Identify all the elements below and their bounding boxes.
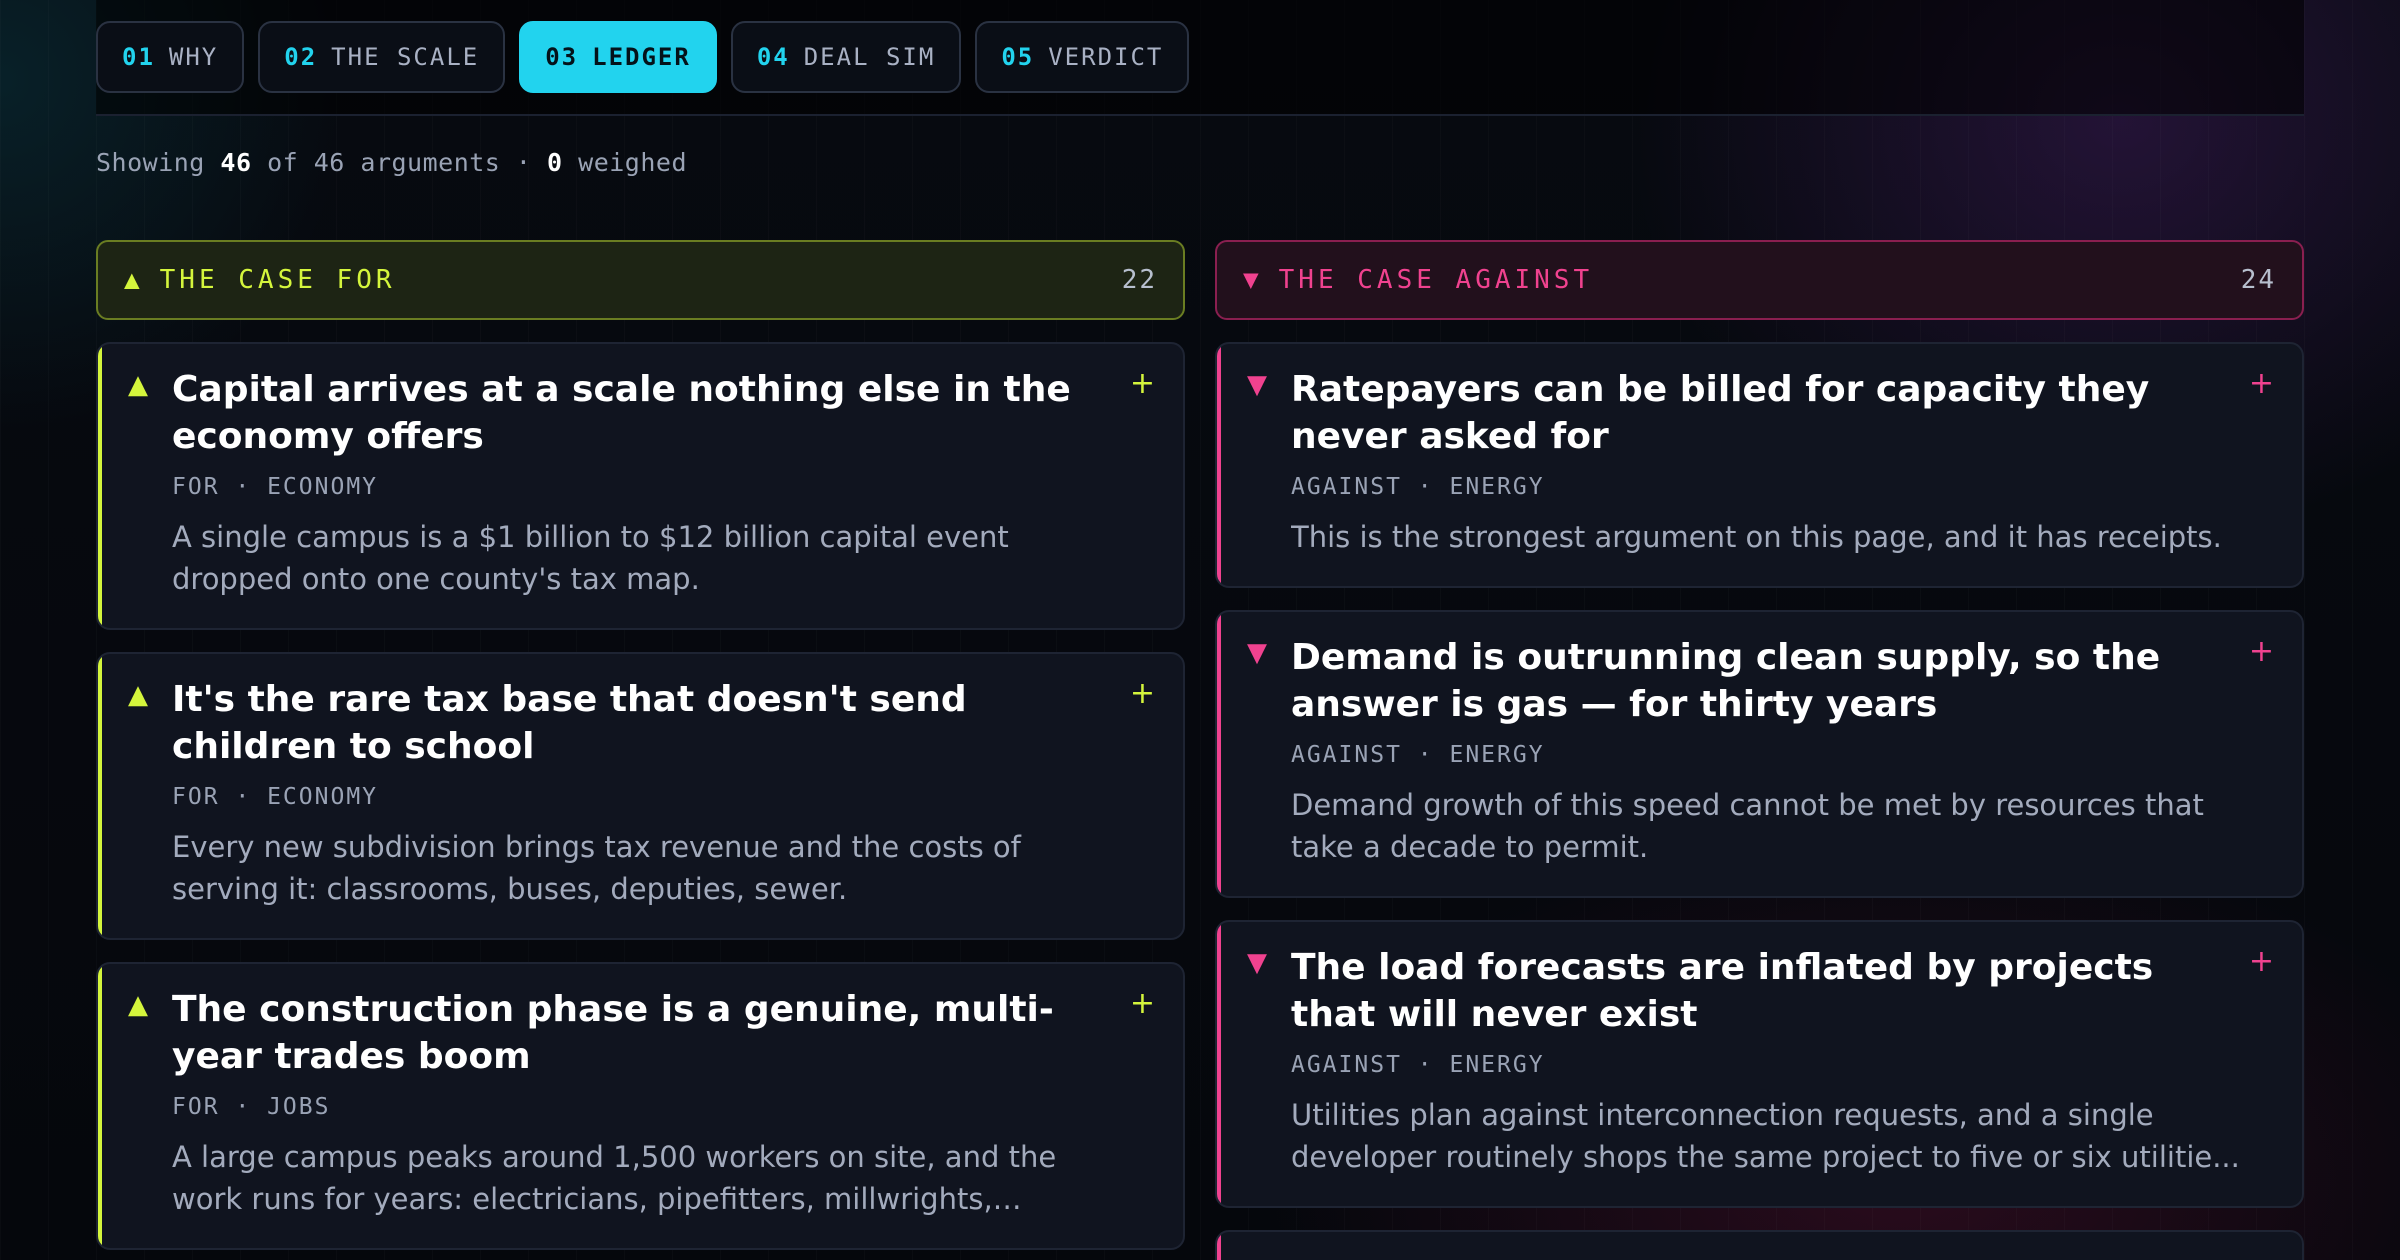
argument-card[interactable] — [1215, 1230, 2304, 1260]
add-weight-button[interactable]: + — [1130, 366, 1155, 401]
argument-card[interactable]: ▲ + The construction phase is a genuine,… — [96, 962, 1185, 1250]
tab-the-scale[interactable]: 02 THE SCALE — [258, 21, 506, 93]
up-triangle-icon: ▲ — [128, 370, 148, 400]
app-shell: 01 WHY 02 THE SCALE 03 LEDGER 04 DEAL SI… — [96, 0, 2304, 1260]
argument-count: 24 — [2240, 265, 2276, 295]
tab-ledger[interactable]: 03 LEDGER — [519, 21, 717, 93]
argument-description: A large campus peaks around 1,500 worker… — [172, 1140, 1057, 1216]
argument-title: Ratepayers can be billed for capacity th… — [1291, 369, 2150, 457]
argument-description: A single campus is a $1 billion to $12 b… — [172, 520, 1009, 596]
tab-number: 05 — [1001, 43, 1035, 71]
argument-count: 22 — [1121, 265, 1157, 295]
argument-tag: AGAINST · ENERGY — [1291, 1052, 1545, 1078]
tab-label: DEAL SIM — [803, 43, 936, 71]
argument-description: Demand growth of this speed cannot be me… — [1291, 788, 2204, 864]
column-title: THE CASE AGAINST — [1278, 265, 1594, 295]
tab-label: WHY — [168, 43, 219, 71]
summary-suffix: weighed — [578, 148, 688, 177]
ledger-columns: ▲ THE CASE FOR 22 ▲ + Capital arrives at… — [96, 240, 2304, 1260]
tab-deal-sim[interactable]: 04 DEAL SIM — [730, 21, 962, 93]
argument-title: The load forecasts are inflated by proje… — [1291, 947, 2154, 1035]
argument-tag: FOR · JOBS — [172, 1094, 331, 1120]
add-weight-button[interactable]: + — [2249, 366, 2274, 401]
up-triangle-icon: ▲ — [124, 265, 144, 295]
argument-title: It's the rare tax base that doesn't send… — [172, 679, 967, 767]
tab-number: 02 — [284, 43, 318, 71]
argument-title: Demand is outrunning clean supply, so th… — [1291, 637, 2161, 725]
summary-middle: of 46 arguments · — [267, 148, 532, 177]
tab-verdict[interactable]: 05 VERDICT — [975, 21, 1190, 93]
tab-why[interactable]: 01 WHY — [96, 21, 245, 93]
down-triangle-icon: ▼ — [1247, 638, 1267, 668]
results-summary: Showing 46 of 46 arguments · 0 weighed — [96, 148, 2304, 177]
column-title: THE CASE FOR — [159, 265, 396, 295]
argument-tag: FOR · ECONOMY — [172, 784, 379, 810]
tab-label: THE SCALE — [331, 43, 480, 71]
tab-number: 03 — [545, 43, 579, 71]
up-triangle-icon: ▲ — [128, 990, 148, 1020]
argument-title: The construction phase is a genuine, mul… — [172, 989, 1054, 1077]
argument-title: Capital arrives at a scale nothing else … — [172, 369, 1071, 457]
tab-number: 01 — [122, 43, 155, 71]
weighed-count: 0 — [547, 148, 563, 177]
shown-count: 46 — [220, 148, 252, 177]
down-triangle-icon: ▼ — [1243, 265, 1263, 295]
argument-card[interactable]: ▼ + Ratepayers can be billed for capacit… — [1215, 342, 2304, 588]
argument-card[interactable]: ▲ + Capital arrives at a scale nothing e… — [96, 342, 1185, 630]
argument-description: Every new subdivision brings tax revenue… — [172, 830, 1021, 906]
up-triangle-icon: ▲ — [128, 680, 148, 710]
case-for-column: ▲ THE CASE FOR 22 ▲ + Capital arrives at… — [96, 240, 1185, 1260]
case-against-column: ▼ THE CASE AGAINST 24 ▼ + Ratepayers can… — [1215, 240, 2304, 1260]
argument-description: This is the strongest argument on this p… — [1291, 520, 2222, 554]
add-weight-button[interactable]: + — [1130, 986, 1155, 1021]
down-triangle-icon: ▼ — [1247, 370, 1267, 400]
add-weight-button[interactable]: + — [2249, 944, 2274, 979]
tab-label: LEDGER — [592, 43, 691, 71]
add-weight-button[interactable]: + — [2249, 634, 2274, 669]
tab-label: VERDICT — [1048, 43, 1164, 71]
add-weight-button[interactable]: + — [1130, 676, 1155, 711]
argument-tag: FOR · ECONOMY — [172, 474, 379, 500]
argument-tag: AGAINST · ENERGY — [1291, 474, 1545, 500]
case-against-header: ▼ THE CASE AGAINST 24 — [1215, 240, 2304, 320]
section-nav: 01 WHY 02 THE SCALE 03 LEDGER 04 DEAL SI… — [96, 0, 2304, 116]
tab-number: 04 — [756, 43, 790, 71]
argument-card[interactable]: ▼ + The load forecasts are inflated by p… — [1215, 920, 2304, 1208]
down-triangle-icon: ▼ — [1247, 948, 1267, 978]
case-for-header: ▲ THE CASE FOR 22 — [96, 240, 1185, 320]
argument-card[interactable]: ▼ + Demand is outrunning clean supply, s… — [1215, 610, 2304, 898]
argument-tag: AGAINST · ENERGY — [1291, 742, 1545, 768]
argument-description: Utilities plan against interconnection r… — [1291, 1098, 2240, 1174]
argument-card[interactable]: ▲ + It's the rare tax base that doesn't … — [96, 652, 1185, 940]
summary-prefix: Showing — [96, 148, 205, 177]
